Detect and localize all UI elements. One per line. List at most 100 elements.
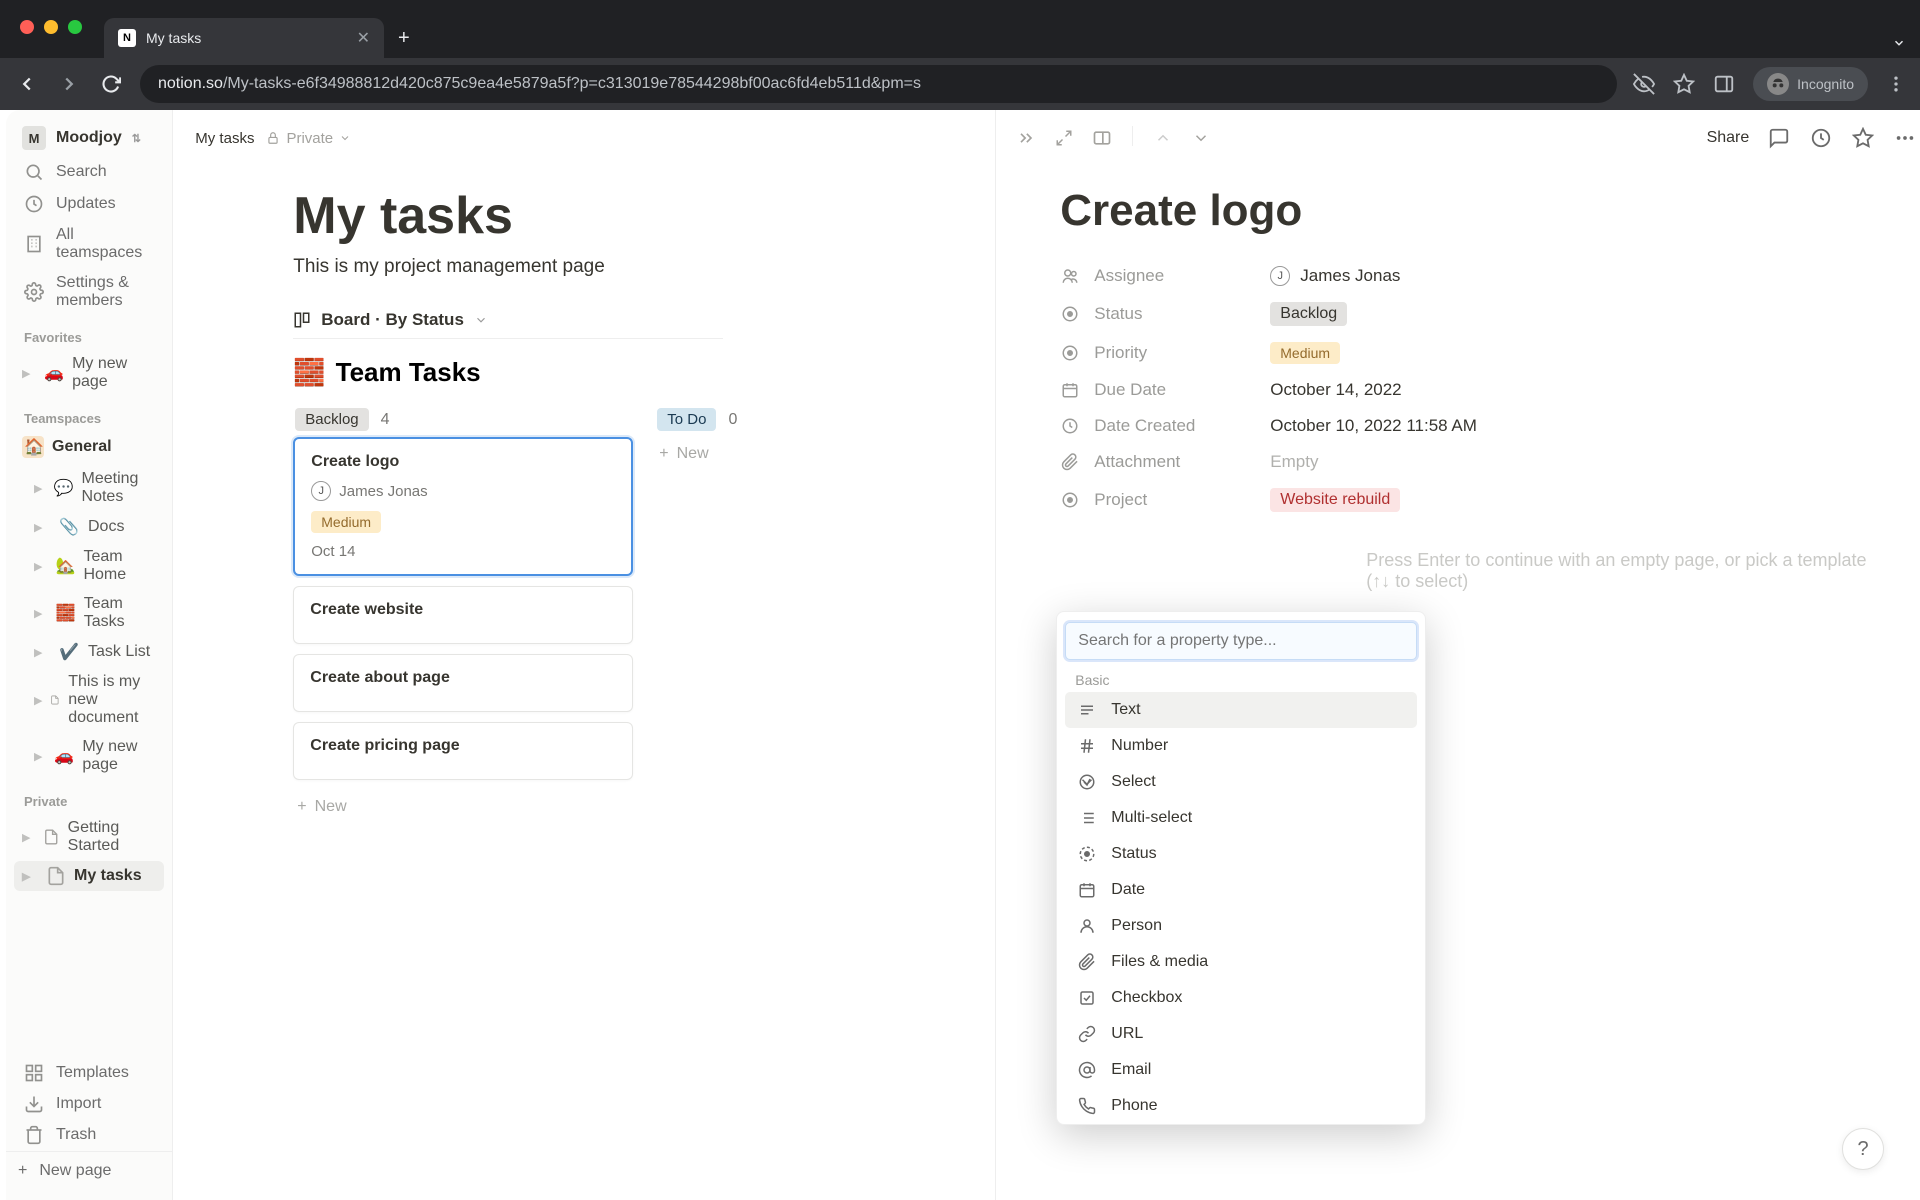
property-row[interactable]: AttachmentEmpty [1060, 444, 1875, 480]
property-type-option[interactable]: Status [1065, 836, 1417, 872]
property-label[interactable]: Priority [1060, 343, 1270, 363]
sidebar-teamspaces[interactable]: All teamspaces [14, 221, 164, 267]
property-value[interactable]: Medium [1270, 342, 1340, 364]
database-title[interactable]: 🧱 Team Tasks [293, 357, 995, 388]
property-type-option[interactable]: Select [1065, 764, 1417, 800]
board-card[interactable]: Create about page [293, 654, 633, 712]
sidebar-search[interactable]: Search [14, 157, 164, 187]
browser-back-button[interactable] [14, 71, 40, 97]
property-value[interactable]: Website rebuild [1270, 488, 1400, 512]
sidebar-page-item[interactable]: ▶🚗My new page [14, 733, 164, 779]
tab-close-icon[interactable]: ✕ [357, 28, 370, 48]
browser-forward-button[interactable] [56, 71, 82, 97]
property-type-option[interactable]: URL [1065, 1016, 1417, 1052]
breadcrumb-root[interactable]: My tasks [195, 130, 254, 147]
sidebar-updates[interactable]: Updates [14, 189, 164, 219]
window-maximize-button[interactable] [68, 20, 82, 34]
property-type-option[interactable]: Date [1065, 872, 1417, 908]
record-title[interactable]: Create logo [1060, 186, 1875, 236]
caret-icon[interactable]: ▶ [34, 750, 46, 763]
tab-overflow-button[interactable] [1892, 36, 1906, 58]
window-close-button[interactable] [20, 20, 34, 34]
star-icon[interactable] [1673, 73, 1695, 95]
incognito-badge[interactable]: Incognito [1753, 67, 1868, 101]
breadcrumb-private[interactable]: Private [266, 130, 351, 147]
browser-reload-button[interactable] [98, 71, 124, 97]
browser-menu-icon[interactable] [1886, 74, 1906, 94]
property-type-option[interactable]: Email [1065, 1052, 1417, 1088]
caret-icon[interactable]: ▶ [34, 607, 48, 620]
sidebar-private-item[interactable]: ▶Getting Started [14, 814, 164, 860]
property-row[interactable]: StatusBacklog [1060, 294, 1875, 334]
clock-icon[interactable] [1809, 126, 1833, 150]
property-row[interactable]: Date CreatedOctober 10, 2022 11:58 AM [1060, 408, 1875, 444]
caret-icon[interactable]: ▶ [22, 870, 38, 883]
property-label[interactable]: Due Date [1060, 380, 1270, 400]
property-type-option[interactable]: Checkbox [1065, 980, 1417, 1016]
panel-icon[interactable] [1713, 73, 1735, 95]
property-type-option[interactable]: Multi-select [1065, 800, 1417, 836]
caret-icon[interactable]: ▶ [34, 646, 50, 659]
caret-icon[interactable]: ▶ [22, 831, 35, 844]
property-label[interactable]: Project [1060, 490, 1270, 510]
board-card[interactable]: Create website [293, 586, 633, 644]
property-label[interactable]: Attachment [1060, 452, 1270, 472]
star-icon[interactable] [1851, 126, 1875, 150]
col-header-todo[interactable]: To Do 0 [655, 402, 995, 437]
sidebar-new-page[interactable]: + New page [6, 1151, 172, 1190]
caret-icon[interactable]: ▶ [34, 694, 42, 707]
property-type-option[interactable]: Number [1065, 728, 1417, 764]
property-value[interactable]: Empty [1270, 452, 1318, 472]
property-row[interactable]: AssigneeJJames Jonas [1060, 258, 1875, 294]
property-type-option[interactable]: Text [1065, 692, 1417, 728]
board-card[interactable]: Create pricing page [293, 722, 633, 780]
page-title[interactable]: My tasks [293, 186, 995, 246]
sidebar-private-item[interactable]: ▶My tasks [14, 861, 164, 891]
peek-mode-icon[interactable] [1090, 126, 1114, 150]
sidebar-page-item[interactable]: ▶📎Docs [14, 512, 164, 542]
more-icon[interactable] [1893, 126, 1914, 150]
share-button[interactable]: Share [1707, 129, 1750, 147]
property-row[interactable]: PriorityMedium [1060, 334, 1875, 372]
expand-icon[interactable] [1052, 126, 1076, 150]
page-description[interactable]: This is my project management page [293, 256, 995, 278]
property-type-option[interactable]: Files & media [1065, 944, 1417, 980]
new-tab-button[interactable]: + [384, 27, 424, 58]
sidebar-templates[interactable]: Templates [14, 1058, 164, 1088]
teamspace-root[interactable]: 🏠 General [14, 431, 164, 463]
property-value[interactable]: JJames Jonas [1270, 266, 1400, 286]
eye-off-icon[interactable] [1633, 73, 1655, 95]
help-button[interactable]: ? [1842, 1128, 1884, 1170]
caret-icon[interactable]: ▶ [34, 521, 50, 534]
caret-icon[interactable]: ▶ [22, 367, 36, 380]
sidebar-settings[interactable]: Settings & members [14, 269, 164, 315]
sidebar-import[interactable]: Import [14, 1089, 164, 1119]
add-card-button[interactable]: + New [293, 790, 633, 824]
sidebar-favorite-item[interactable]: ▶ 🚗 My new page [14, 350, 164, 396]
property-value[interactable]: October 14, 2022 [1270, 380, 1401, 400]
peek-close-icon[interactable] [1014, 126, 1038, 150]
property-row[interactable]: ProjectWebsite rebuild [1060, 480, 1875, 520]
property-type-option[interactable]: Phone [1065, 1088, 1417, 1124]
property-label[interactable]: Assignee [1060, 266, 1270, 286]
sidebar-page-item[interactable]: ▶💬Meeting Notes [14, 465, 164, 511]
browser-address-bar[interactable]: notion.so/My-tasks-e6f34988812d420c875c9… [140, 65, 1617, 103]
property-search-input[interactable] [1065, 622, 1417, 660]
caret-icon[interactable]: ▶ [34, 560, 48, 573]
editor-placeholder[interactable]: Press Enter to continue with an empty pa… [1060, 550, 1875, 592]
next-record-icon[interactable] [1189, 126, 1213, 150]
property-label[interactable]: Date Created [1060, 416, 1270, 436]
col-header-backlog[interactable]: Backlog 4 [293, 402, 633, 437]
board-card[interactable]: Create logoJJames JonasMediumOct 14 [293, 437, 633, 576]
sidebar-page-item[interactable]: ▶🏡Team Home [14, 543, 164, 589]
sidebar-trash[interactable]: Trash [14, 1120, 164, 1150]
caret-icon[interactable]: ▶ [34, 482, 46, 495]
property-label[interactable]: Status [1060, 304, 1270, 324]
view-switcher[interactable]: Board · By Status [293, 302, 723, 339]
sidebar-page-item[interactable]: ▶This is my new document [14, 668, 164, 732]
property-type-option[interactable]: Person [1065, 908, 1417, 944]
property-value[interactable]: October 10, 2022 11:58 AM [1270, 416, 1477, 436]
prev-record-icon[interactable] [1151, 126, 1175, 150]
workspace-switcher[interactable]: M Moodjoy ⇅ [12, 120, 166, 156]
property-value[interactable]: Backlog [1270, 302, 1347, 326]
